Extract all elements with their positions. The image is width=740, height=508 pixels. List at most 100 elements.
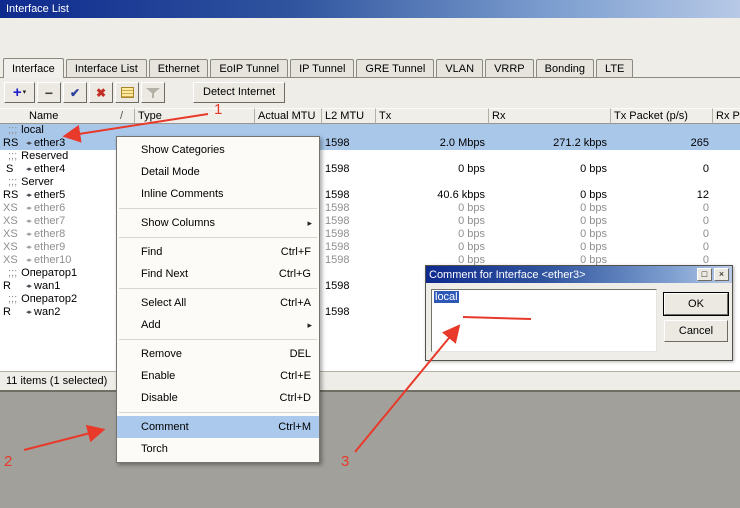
comment-text: Оператор2 [21, 293, 77, 306]
cell-tx-packet: 12 [611, 189, 713, 202]
cell-tx-packet: 0 [611, 228, 713, 241]
cell-tx: 0 bps [376, 163, 489, 176]
comment-row-reserved[interactable]: ;;;Reserved [0, 150, 740, 163]
cell-tx: 40.6 kbps [376, 189, 489, 202]
row-flags: XS [0, 202, 26, 215]
interface-row-ether3[interactable]: RS◂▸ether315982.0 Mbps271.2 kbps265 [0, 137, 740, 150]
column-label: Type [138, 110, 162, 122]
menu-item-select-all[interactable]: Select All Ctrl+A [117, 292, 319, 314]
column-header-type[interactable]: Type [135, 108, 255, 124]
tab-gre-tunnel[interactable]: GRE Tunnel [356, 59, 434, 77]
menu-shortcut: Ctrl+F [281, 246, 311, 258]
comment-textarea[interactable]: local [431, 289, 657, 352]
column-header-tx[interactable]: Tx [376, 108, 489, 124]
menu-item-label: Find Next [141, 268, 267, 280]
tab-label: IP Tunnel [299, 63, 345, 75]
tab-vrrp[interactable]: VRRP [485, 59, 534, 77]
row-flags: S [0, 163, 26, 176]
cell-rx: 0 bps [489, 163, 611, 176]
dialog-close-button[interactable]: × [714, 268, 729, 281]
cell-l2-mtu: 1598 [322, 215, 376, 228]
interface-icon: ◂▸ [26, 241, 31, 254]
remove-button[interactable]: − [37, 82, 61, 103]
menu-shortcut: Ctrl+G [279, 268, 311, 280]
tab-label: Bonding [545, 63, 585, 75]
column-header-rx[interactable]: Rx [489, 108, 611, 124]
add-button[interactable]: + ▾ [4, 82, 35, 103]
comment-button[interactable] [115, 82, 139, 103]
menu-item-add[interactable]: Add▸ [117, 314, 319, 336]
comment-prefix: ;;; [8, 176, 17, 189]
menu-item-comment[interactable]: CommentCtrl+M [117, 416, 319, 438]
enable-button[interactable]: ✔ [63, 82, 87, 103]
row-flags: RS [0, 189, 26, 202]
column-header-rx-packet[interactable]: Rx P [713, 108, 740, 124]
tab-interface-list[interactable]: Interface List [66, 59, 147, 77]
cell-tx-packet: 0 [611, 202, 713, 215]
tab-ip-tunnel[interactable]: IP Tunnel [290, 59, 354, 77]
menu-separator [119, 237, 317, 238]
menu-item-disable[interactable]: DisableCtrl+D [117, 387, 319, 409]
row-flags: RS [0, 137, 26, 150]
cell-tx: 0 bps [376, 202, 489, 215]
interface-row-ether5[interactable]: RS◂▸ether5159840.6 kbps0 bps12 [0, 189, 740, 202]
comment-text: Оператор1 [21, 267, 77, 280]
comment-prefix: ;;; [8, 293, 17, 306]
interface-row-ether4[interactable]: S◂▸ether415980 bps0 bps0 [0, 163, 740, 176]
tab-bonding[interactable]: Bonding [536, 59, 594, 77]
cell-rx-packet [713, 189, 740, 202]
tab-label: LTE [605, 63, 624, 75]
menu-item-show-categories[interactable]: Show Categories [117, 139, 319, 161]
column-header-actual-mtu[interactable]: Actual MTU [255, 108, 322, 124]
menu-item-label: Disable [141, 392, 268, 404]
menu-item-label: Select All [141, 297, 268, 309]
interface-row-ether7[interactable]: XS◂▸ether715980 bps0 bps0 [0, 215, 740, 228]
menu-item-torch[interactable]: Torch [117, 438, 319, 460]
interface-row-ether9[interactable]: XS◂▸ether915980 bps0 bps0 [0, 241, 740, 254]
row-flags: R [0, 306, 26, 319]
window-titlebar[interactable]: Interface List [0, 0, 740, 18]
comment-row-server[interactable]: ;;;Server [0, 176, 740, 189]
cancel-button[interactable]: Cancel [664, 320, 728, 342]
interface-name: ether8 [34, 228, 65, 241]
interface-row-ether6[interactable]: XS◂▸ether615980 bps0 bps0 [0, 202, 740, 215]
table-header: Name/Type Actual MTU L2 MTU TxRxTx Packet (… [0, 108, 740, 124]
interface-row-ether8[interactable]: XS◂▸ether815980 bps0 bps0 [0, 228, 740, 241]
row-flags: XS [0, 228, 26, 241]
enable-check-icon: ✔ [70, 87, 80, 99]
menu-item-remove[interactable]: Remove DEL [117, 343, 319, 365]
menu-item-label: Find [141, 246, 269, 258]
menu-item-find[interactable]: Find Ctrl+F [117, 241, 319, 263]
tab-interface[interactable]: Interface [3, 58, 64, 77]
dialog-maximize-button[interactable]: □ [697, 268, 712, 281]
tab-ethernet[interactable]: Ethernet [149, 59, 209, 77]
detect-internet-button[interactable]: Detect Internet [193, 82, 285, 103]
menu-item-inline-comments[interactable]: Inline Comments [117, 183, 319, 205]
comment-row-local[interactable]: ;;;local [0, 124, 740, 137]
tab-eoip-tunnel[interactable]: EoIP Tunnel [210, 59, 288, 77]
column-header-name[interactable]: Name/ [0, 108, 135, 124]
column-label: Actual MTU [258, 110, 315, 122]
column-label: L2 MTU [325, 110, 364, 122]
comment-selected-text: local [434, 291, 459, 303]
tab-label: Interface [12, 63, 55, 75]
menu-shortcut: DEL [290, 348, 311, 360]
menu-shortcut: Ctrl+A [280, 297, 311, 309]
menu-item-show-columns[interactable]: Show Columns▸ [117, 212, 319, 234]
menu-item-enable[interactable]: EnableCtrl+E [117, 365, 319, 387]
menu-item-label: Torch [141, 443, 311, 455]
tab-label: GRE Tunnel [365, 63, 425, 75]
interface-name: ether9 [34, 241, 65, 254]
menu-item-label: Remove [141, 348, 278, 360]
dialog-titlebar[interactable]: Comment for Interface <ether3> □ × [426, 266, 732, 283]
column-header-l2-mtu[interactable]: L2 MTU [322, 108, 376, 124]
tab-lte[interactable]: LTE [596, 59, 633, 77]
ok-button[interactable]: OK [664, 293, 728, 315]
menu-item-detail-mode[interactable]: Detail Mode [117, 161, 319, 183]
tab-vlan[interactable]: VLAN [436, 59, 483, 77]
filter-button[interactable] [141, 82, 165, 103]
menu-item-find-next[interactable]: Find Next Ctrl+G [117, 263, 319, 285]
add-dropdown-caret-icon: ▾ [23, 89, 27, 96]
disable-button[interactable]: ✖ [89, 82, 113, 103]
column-header-tx-packet[interactable]: Tx Packet (p/s) [611, 108, 713, 124]
